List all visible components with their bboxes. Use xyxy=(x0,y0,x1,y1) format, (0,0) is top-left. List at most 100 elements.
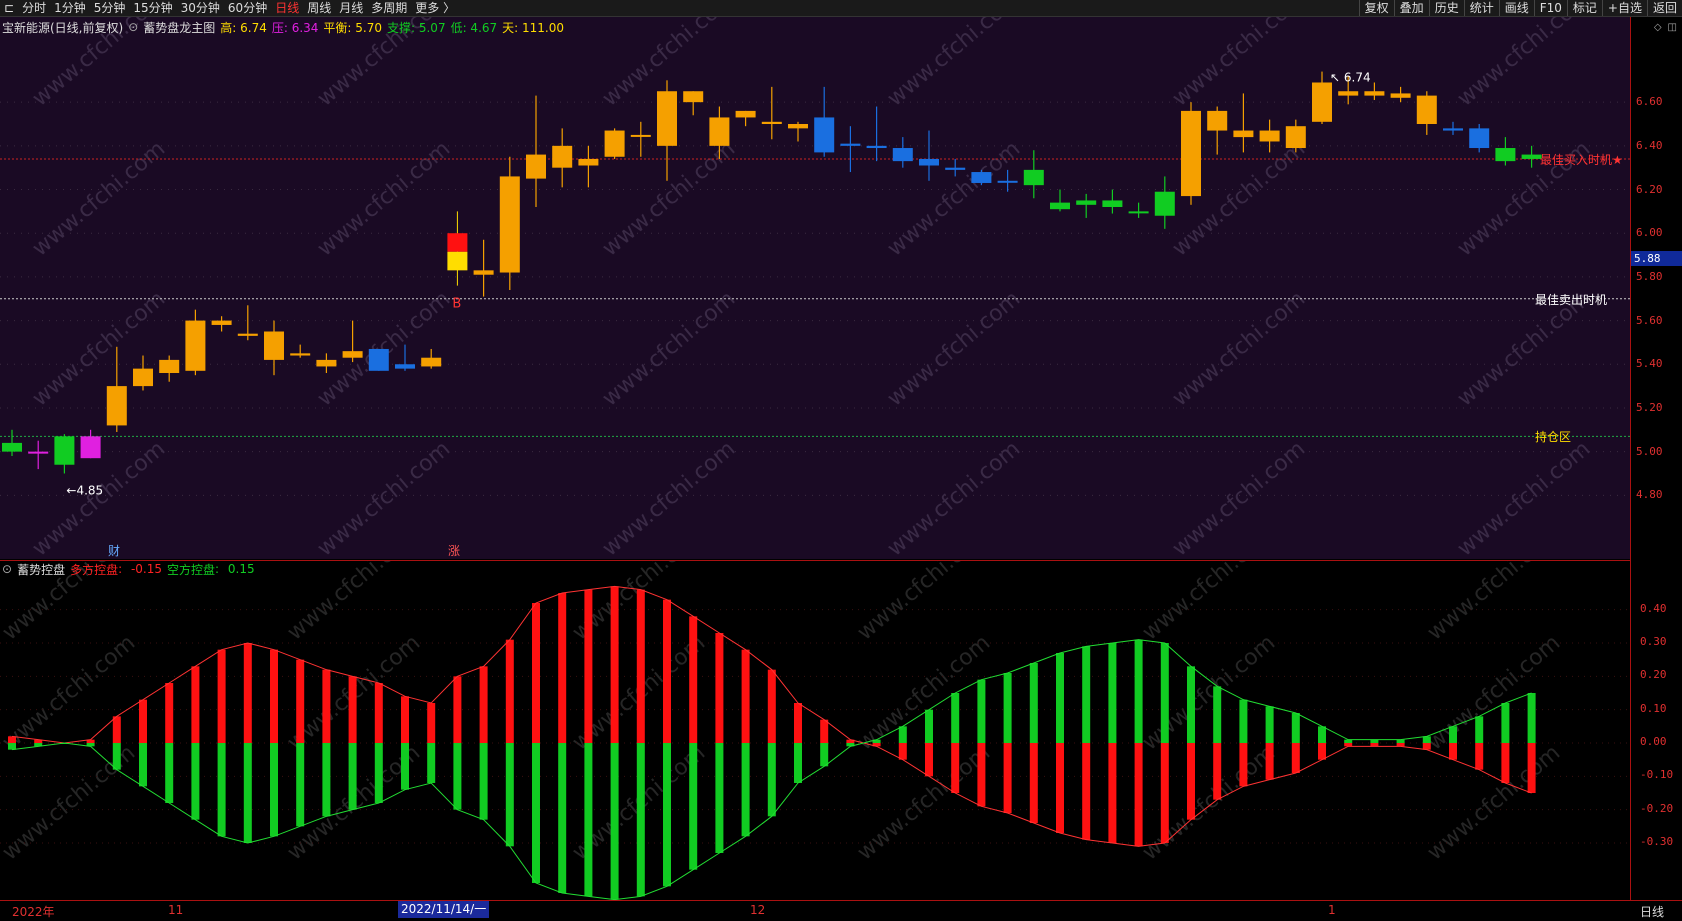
bear-bar xyxy=(741,743,750,837)
watermark-text: www.cfchi.com xyxy=(1168,436,1310,559)
add-watchlist-button[interactable]: +自选 xyxy=(1601,0,1647,16)
tab-5min[interactable]: 5分钟 xyxy=(90,0,130,16)
candle-body xyxy=(1102,200,1123,207)
indicator-name[interactable]: 蓄势盘龙主图 xyxy=(143,19,215,36)
event-marker-rise: 涨 xyxy=(448,543,460,558)
candle-body xyxy=(473,270,494,275)
bear-bar xyxy=(1160,643,1169,743)
window-icon[interactable]: ◫ xyxy=(1668,22,1677,33)
watermark-text: www.cfchi.com xyxy=(1423,630,1565,755)
bear-bar xyxy=(1187,666,1195,743)
bull-bar xyxy=(925,743,933,777)
bear-bar xyxy=(453,743,462,810)
date-cursor: 2022/11/14/一 xyxy=(398,901,490,918)
bear-bar xyxy=(820,743,829,767)
bear-bar xyxy=(165,743,174,803)
bull-bar xyxy=(479,666,488,743)
overlay-button[interactable]: 叠加 xyxy=(1393,0,1429,16)
stock-name[interactable]: 宝新能源(日线,前复权) xyxy=(2,19,123,36)
watermark-text: www.cfchi.com xyxy=(28,136,170,261)
indicator-tick-label: -0.10 xyxy=(1640,768,1674,782)
price-chart-panel[interactable]: www.cfchi.com www.cfchi.com www.cfchi.com w… xyxy=(0,17,1630,559)
bear-bar xyxy=(1396,739,1405,743)
bear-bar xyxy=(1239,699,1248,743)
bull-bar xyxy=(427,703,436,743)
candle-body xyxy=(892,148,913,162)
candle-body xyxy=(1390,93,1411,98)
draw-line-button[interactable]: 画线 xyxy=(1498,0,1534,16)
candle-body xyxy=(133,368,153,387)
indicator-panel[interactable]: www.cfchi.com www.cfchi.com www.cfchi.com w… xyxy=(0,560,1630,901)
candle-body xyxy=(1364,91,1385,96)
diamond-icon[interactable]: ◇ xyxy=(1654,22,1662,33)
stats-button[interactable]: 统计 xyxy=(1463,0,1499,16)
bear-bar xyxy=(1501,703,1510,743)
period-label[interactable]: 日线 xyxy=(1640,903,1664,920)
tab-1min[interactable]: 1分钟 xyxy=(50,0,90,16)
bear-bar xyxy=(112,743,121,770)
bull-bar xyxy=(636,589,645,743)
bull-bar xyxy=(165,683,174,743)
bear-bar xyxy=(1108,643,1117,743)
candle-body xyxy=(552,145,573,168)
bull-bar xyxy=(584,589,593,743)
bear-bar xyxy=(1213,686,1222,743)
bull-bar xyxy=(1501,743,1510,783)
low-annotation: ←4.85 xyxy=(66,483,103,497)
control-bar-chart[interactable]: www.cfchi.com www.cfchi.com www.cfchi.com w… xyxy=(0,561,1630,901)
candle-body xyxy=(578,158,599,166)
candle-body xyxy=(866,145,887,149)
candle-body xyxy=(264,331,284,360)
tab-15min[interactable]: 15分钟 xyxy=(129,0,176,16)
bull-bar xyxy=(767,669,776,743)
tab-30min[interactable]: 30分钟 xyxy=(177,0,224,16)
tab-60min[interactable]: 60分钟 xyxy=(224,0,271,16)
tab-weekly[interactable]: 周线 xyxy=(303,0,335,16)
indicator-toggle-icon-2[interactable]: ⊙ xyxy=(2,562,12,576)
history-button[interactable]: 历史 xyxy=(1428,0,1464,16)
bull-bar xyxy=(1422,743,1431,750)
menu-icon[interactable]: ⊏ xyxy=(0,0,18,16)
level-label: 最佳买入时机★ xyxy=(1540,152,1623,167)
back-button[interactable]: 返回 xyxy=(1646,0,1682,16)
candle-body xyxy=(919,158,939,166)
candle-body xyxy=(106,386,127,426)
indicator-title[interactable]: 蓄势控盘 xyxy=(17,561,65,578)
bull-bar xyxy=(1003,743,1012,813)
year-label: 2022年 xyxy=(12,905,55,919)
bear-bar xyxy=(1134,639,1143,743)
watermark-text: www.cfchi.com xyxy=(1423,740,1565,865)
candle-body xyxy=(814,117,835,153)
bull-bar xyxy=(1344,743,1353,747)
bear-bar xyxy=(139,743,147,787)
candlestick-chart[interactable]: www.cfchi.com www.cfchi.com www.cfchi.com w… xyxy=(0,17,1630,559)
mark-button[interactable]: 标记 xyxy=(1566,0,1602,16)
bear-bar xyxy=(1056,653,1064,743)
tab-multi-period[interactable]: 多周期 xyxy=(367,0,411,16)
bear-bar xyxy=(1082,646,1091,743)
bear-control-label: 空方控盘 xyxy=(167,562,216,577)
bear-bar xyxy=(401,743,409,790)
indicator-tick-label: 0.30 xyxy=(1640,635,1667,648)
bull-bar xyxy=(532,603,540,743)
period-tabs: ⊏ 分时 1分钟 5分钟 15分钟 30分钟 60分钟 日线 周线 月线 多周期… xyxy=(0,0,459,16)
f10-button[interactable]: F10 xyxy=(1533,0,1567,16)
balance-value: 平衡: 5.70 xyxy=(323,20,382,35)
days-value: 天: 111.00 xyxy=(502,20,565,35)
tab-monthly[interactable]: 月线 xyxy=(335,0,367,16)
tab-more[interactable]: 更多 〉 xyxy=(411,0,459,16)
restore-rights-button[interactable]: 复权 xyxy=(1358,0,1394,16)
candle-body xyxy=(159,359,180,373)
bear-bar xyxy=(505,743,514,847)
bull-bar xyxy=(1056,743,1064,833)
candle-body xyxy=(2,442,22,452)
bull-control-value: -0.15 xyxy=(130,562,163,576)
indicator-toggle-icon[interactable]: ⊙ xyxy=(128,20,138,34)
tab-daily[interactable]: 日线 xyxy=(271,0,303,16)
bear-bar xyxy=(767,743,776,817)
bear-bar xyxy=(1527,693,1536,743)
tab-fenshi[interactable]: 分时 xyxy=(18,0,50,16)
bull-bar xyxy=(741,649,750,743)
bull-bar xyxy=(139,699,147,743)
buy-marker: B xyxy=(452,297,461,312)
